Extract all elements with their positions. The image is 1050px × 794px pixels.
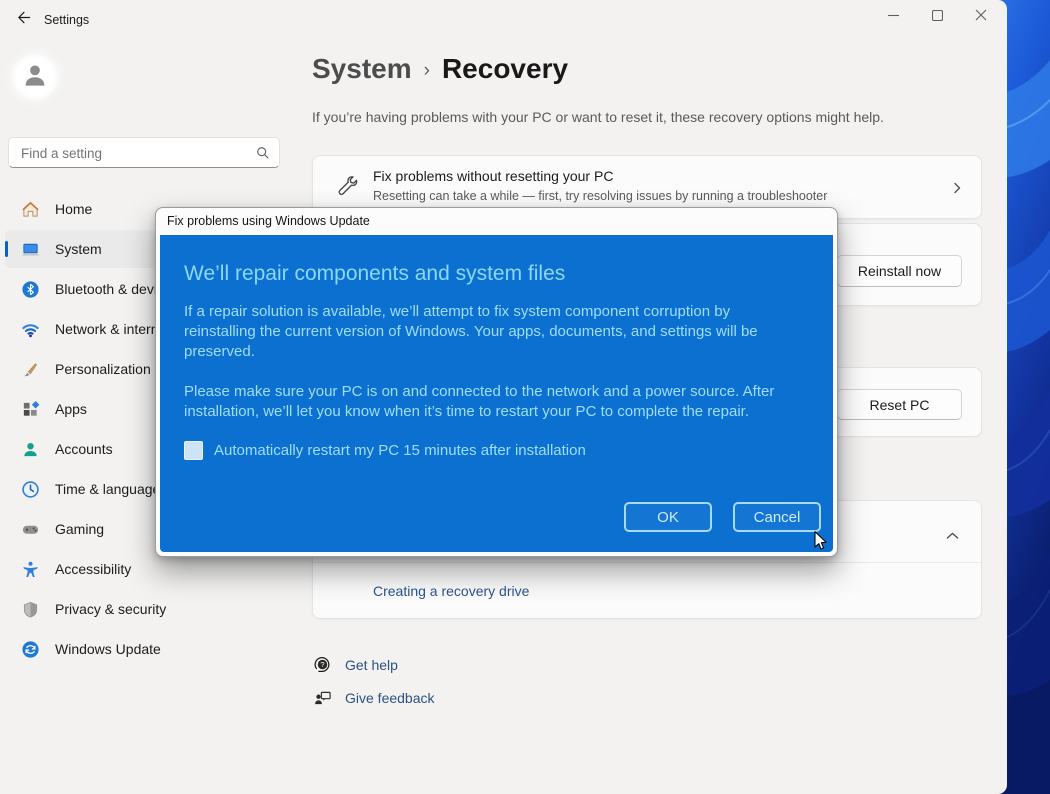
personalization-icon — [20, 359, 40, 379]
maximize-icon — [932, 8, 943, 26]
minimize-icon — [888, 8, 899, 26]
search-input[interactable] — [19, 139, 253, 168]
close-button[interactable] — [959, 2, 1003, 32]
page-title: Recovery — [442, 53, 568, 85]
svg-text:?: ? — [320, 660, 324, 669]
give-feedback-link[interactable]: Give feedback — [345, 690, 435, 706]
dialog-paragraph-2: Please make sure your PC is on and conne… — [184, 382, 798, 422]
sidebar-item-label: Apps — [55, 401, 87, 417]
dialog-title: Fix problems using Windows Update — [156, 208, 837, 235]
help-icon: ? — [313, 655, 332, 679]
network-icon — [20, 319, 40, 339]
ok-button[interactable]: OK — [624, 502, 712, 532]
search-icon — [256, 146, 270, 165]
auto-restart-checkbox-label: Automatically restart my PC 15 minutes a… — [214, 442, 586, 459]
sidebar-item-privacy[interactable]: Privacy & security — [5, 590, 287, 628]
dialog-heading: We’ll repair components and system files — [184, 262, 565, 286]
gaming-icon — [20, 519, 40, 539]
dialog-paragraph-1: If a repair solution is available, we’ll… — [184, 302, 782, 362]
chevron-up-icon — [946, 526, 959, 544]
sidebar-item-windows-update[interactable]: Windows Update — [5, 630, 287, 668]
get-help-link[interactable]: Get help — [345, 657, 398, 673]
apps-icon — [20, 399, 40, 419]
chevron-right-icon — [951, 181, 963, 199]
reset-pc-button[interactable]: Reset PC — [837, 389, 962, 420]
cancel-button[interactable]: Cancel — [733, 502, 821, 532]
time-language-icon — [20, 479, 40, 499]
sidebar-item-label: Accounts — [55, 441, 113, 457]
wrench-icon — [335, 173, 361, 204]
sidebar-item-label: Accessibility — [55, 561, 131, 577]
minimize-button[interactable] — [871, 2, 915, 32]
windows-update-repair-dialog: Fix problems using Windows Update We’ll … — [155, 207, 838, 557]
home-icon — [20, 199, 40, 219]
dialog-body: We’ll repair components and system files… — [160, 235, 833, 552]
breadcrumb-separator: › — [424, 60, 430, 82]
sidebar-item-label: Gaming — [55, 521, 104, 537]
page-description: If you’re having problems with your PC o… — [312, 109, 884, 125]
avatar — [12, 54, 58, 100]
sidebar-item-label: Home — [55, 201, 92, 217]
expander-content: Creating a recovery drive — [313, 562, 981, 619]
window-title: Settings — [44, 13, 89, 27]
close-icon — [975, 8, 987, 26]
screen: Settings Home System Bluetooth & devices… — [0, 0, 1050, 794]
windows-update-icon — [20, 639, 40, 659]
sidebar-item-label: System — [55, 241, 102, 257]
fix-problems-title: Fix problems without resetting your PC — [373, 168, 613, 184]
maximize-button[interactable] — [915, 2, 959, 32]
breadcrumb: System › Recovery — [312, 53, 568, 85]
feedback-icon — [313, 688, 332, 712]
back-button[interactable] — [8, 7, 38, 33]
privacy-icon — [20, 599, 40, 619]
accessibility-icon — [20, 559, 40, 579]
fix-problems-subtitle: Resetting can take a while — first, try … — [373, 189, 827, 203]
bluetooth-icon — [20, 279, 40, 299]
person-icon — [20, 60, 50, 95]
system-icon — [20, 239, 40, 259]
sidebar-item-label: Time & language — [55, 481, 160, 497]
sidebar-item-label: Personalization — [55, 361, 151, 377]
sidebar-item-label: Privacy & security — [55, 601, 166, 617]
sidebar-item-label: Network & internet — [55, 321, 170, 337]
breadcrumb-parent[interactable]: System — [312, 53, 412, 85]
accounts-icon — [20, 439, 40, 459]
back-icon — [16, 10, 31, 30]
search-box[interactable] — [8, 137, 280, 168]
auto-restart-checkbox[interactable] — [184, 441, 203, 460]
reinstall-now-button[interactable]: Reinstall now — [837, 255, 962, 287]
sidebar-item-label: Windows Update — [55, 641, 161, 657]
recovery-drive-link[interactable]: Creating a recovery drive — [373, 583, 529, 599]
mouse-cursor-icon — [810, 530, 830, 558]
